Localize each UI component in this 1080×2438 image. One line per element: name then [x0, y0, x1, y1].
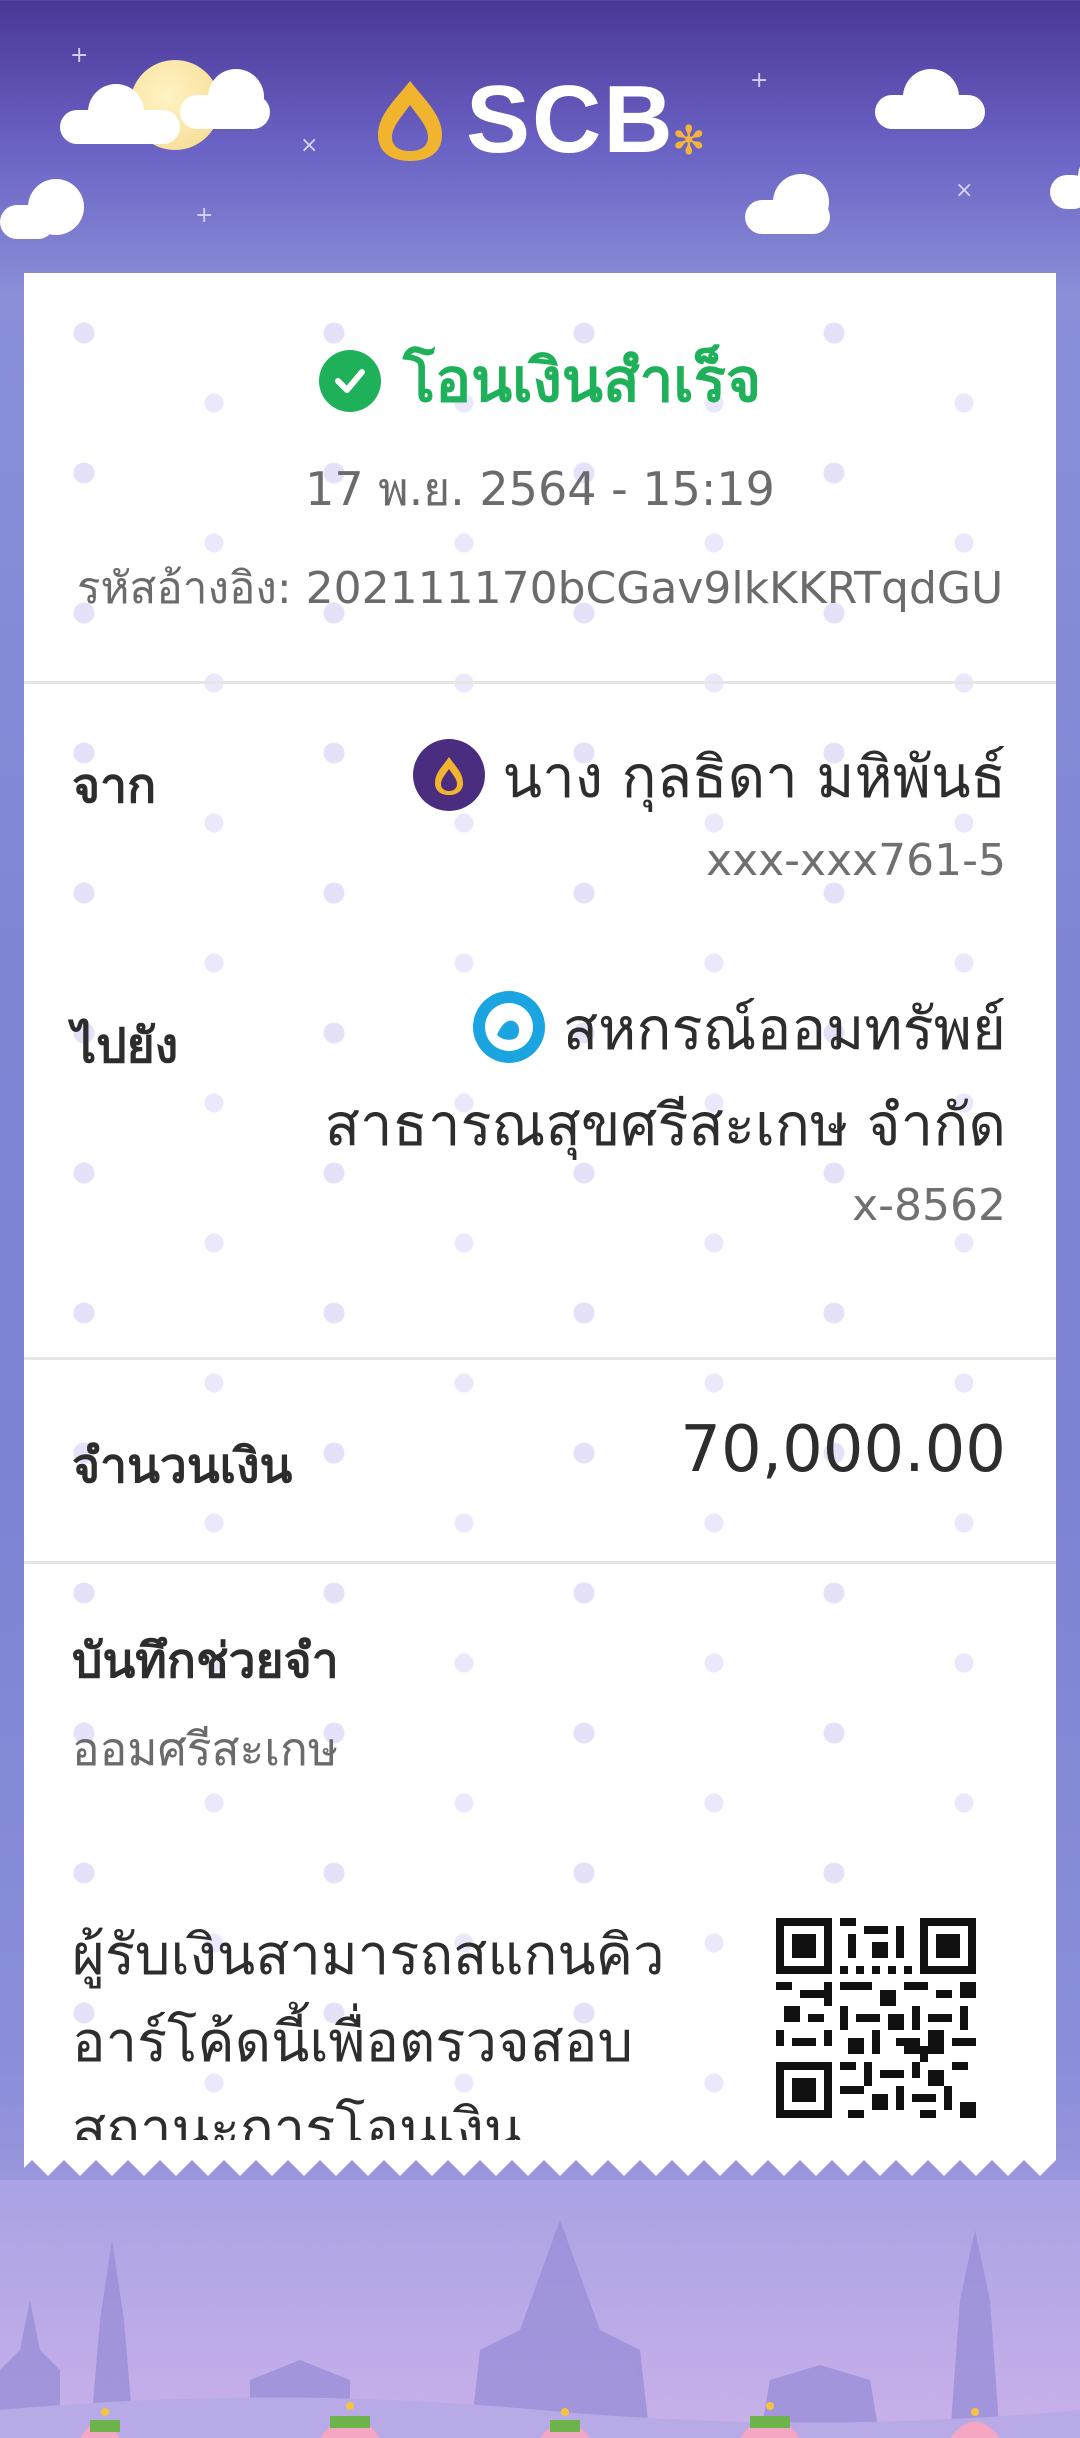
sparkle-icon: +	[70, 43, 89, 68]
scb-bank-icon	[412, 738, 485, 811]
cloud-decoration	[745, 174, 830, 234]
scb-logo: SCB ✻	[370, 66, 706, 173]
status-text: โอนเงินสำเร็จ	[402, 346, 762, 416]
cloud-decoration	[1050, 149, 1080, 209]
cloud-decoration	[0, 179, 84, 239]
divider	[24, 1561, 1056, 1564]
to-section: สหกรณ์ออมทรัพย์ สาธารณสุขศรีสะเกษ จำกัด …	[324, 990, 1006, 1232]
amount-label: จำนวนเงิน	[72, 1438, 293, 1494]
divider	[24, 681, 1056, 684]
divider	[24, 1357, 1056, 1360]
to-account: x-8562	[852, 1180, 1006, 1232]
ktb-bank-icon	[472, 990, 545, 1063]
festival-skyline-decoration	[0, 2180, 1080, 2438]
from-account: xxx-xxx761-5	[706, 834, 1006, 886]
cloud-decoration	[875, 69, 985, 129]
brand-wordmark: SCB	[466, 66, 675, 173]
receipt-torn-edge	[24, 2140, 1056, 2176]
sparkle-icon: ×	[300, 133, 319, 158]
to-name-line2: สาธารณสุขศรีสะเกษ จำกัด	[324, 1090, 1006, 1159]
sparkle-icon: ×	[955, 178, 974, 203]
status-header: โอนเงินสำเร็จ	[24, 333, 1056, 428]
cloud-decoration	[180, 69, 270, 129]
from-section: นาง กุลธิดา มหิพันธ์ xxx-xxx761-5	[412, 738, 1006, 886]
from-name-row: นาง กุลธิดา มหิพันธ์	[412, 738, 1006, 817]
scb-logo-icon	[378, 81, 442, 161]
to-name-line1: สหกรณ์ออมทรัพย์	[562, 995, 1006, 1063]
qr-code	[776, 1918, 976, 2118]
qr-instruction: ผู้รับเงินสามารถสแกนคิวอาร์โค้ดนี้เพื่อต…	[72, 1923, 665, 2153]
cloud-decoration	[60, 84, 180, 144]
to-name-row: สหกรณ์ออมทรัพย์	[325, 990, 1006, 1069]
flower-icon: ✻	[672, 118, 706, 164]
transaction-datetime: 17 พ.ย. 2564 - 15:19	[305, 462, 775, 516]
sparkle-icon: +	[195, 203, 214, 228]
memo-label: บันทึกช่วยจำ	[72, 1633, 339, 1689]
receipt-card: โอนเงินสำเร็จ 17 พ.ย. 2564 - 15:19 รหัสอ…	[24, 273, 1056, 2153]
amount-value: 70,000.00	[680, 1413, 1006, 1487]
memo-value: ออมศรีสะเกษ	[72, 1722, 339, 1776]
sparkle-icon: +	[750, 68, 769, 93]
check-circle-icon	[318, 349, 381, 412]
from-name: นาง กุลธิดา มหิพันธ์	[502, 743, 1006, 811]
from-label: จาก	[72, 758, 157, 814]
reference-number: รหัสอ้างอิง: 202111170bCGav9lkKKRTqdGU	[76, 563, 1004, 614]
to-label: ไปยัง	[72, 1018, 179, 1074]
